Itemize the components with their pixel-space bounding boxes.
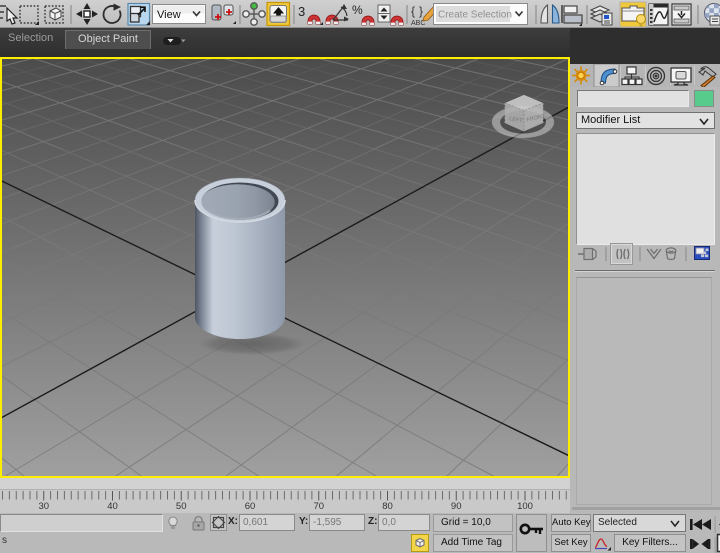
svg-text:50: 50 — [176, 501, 187, 512]
svg-text:30: 30 — [39, 501, 50, 512]
svg-text:%: % — [352, 3, 363, 17]
svg-text:View: View — [157, 9, 181, 21]
svg-text:70: 70 — [314, 501, 325, 512]
svg-text:80: 80 — [382, 501, 393, 512]
svg-text:}: } — [419, 4, 423, 18]
svg-text:100: 100 — [517, 501, 533, 512]
svg-text:90: 90 — [451, 501, 462, 512]
svg-text:{: { — [411, 4, 415, 18]
svg-text:60: 60 — [245, 501, 256, 512]
svg-text:3: 3 — [298, 4, 305, 19]
svg-text:40: 40 — [107, 501, 118, 512]
